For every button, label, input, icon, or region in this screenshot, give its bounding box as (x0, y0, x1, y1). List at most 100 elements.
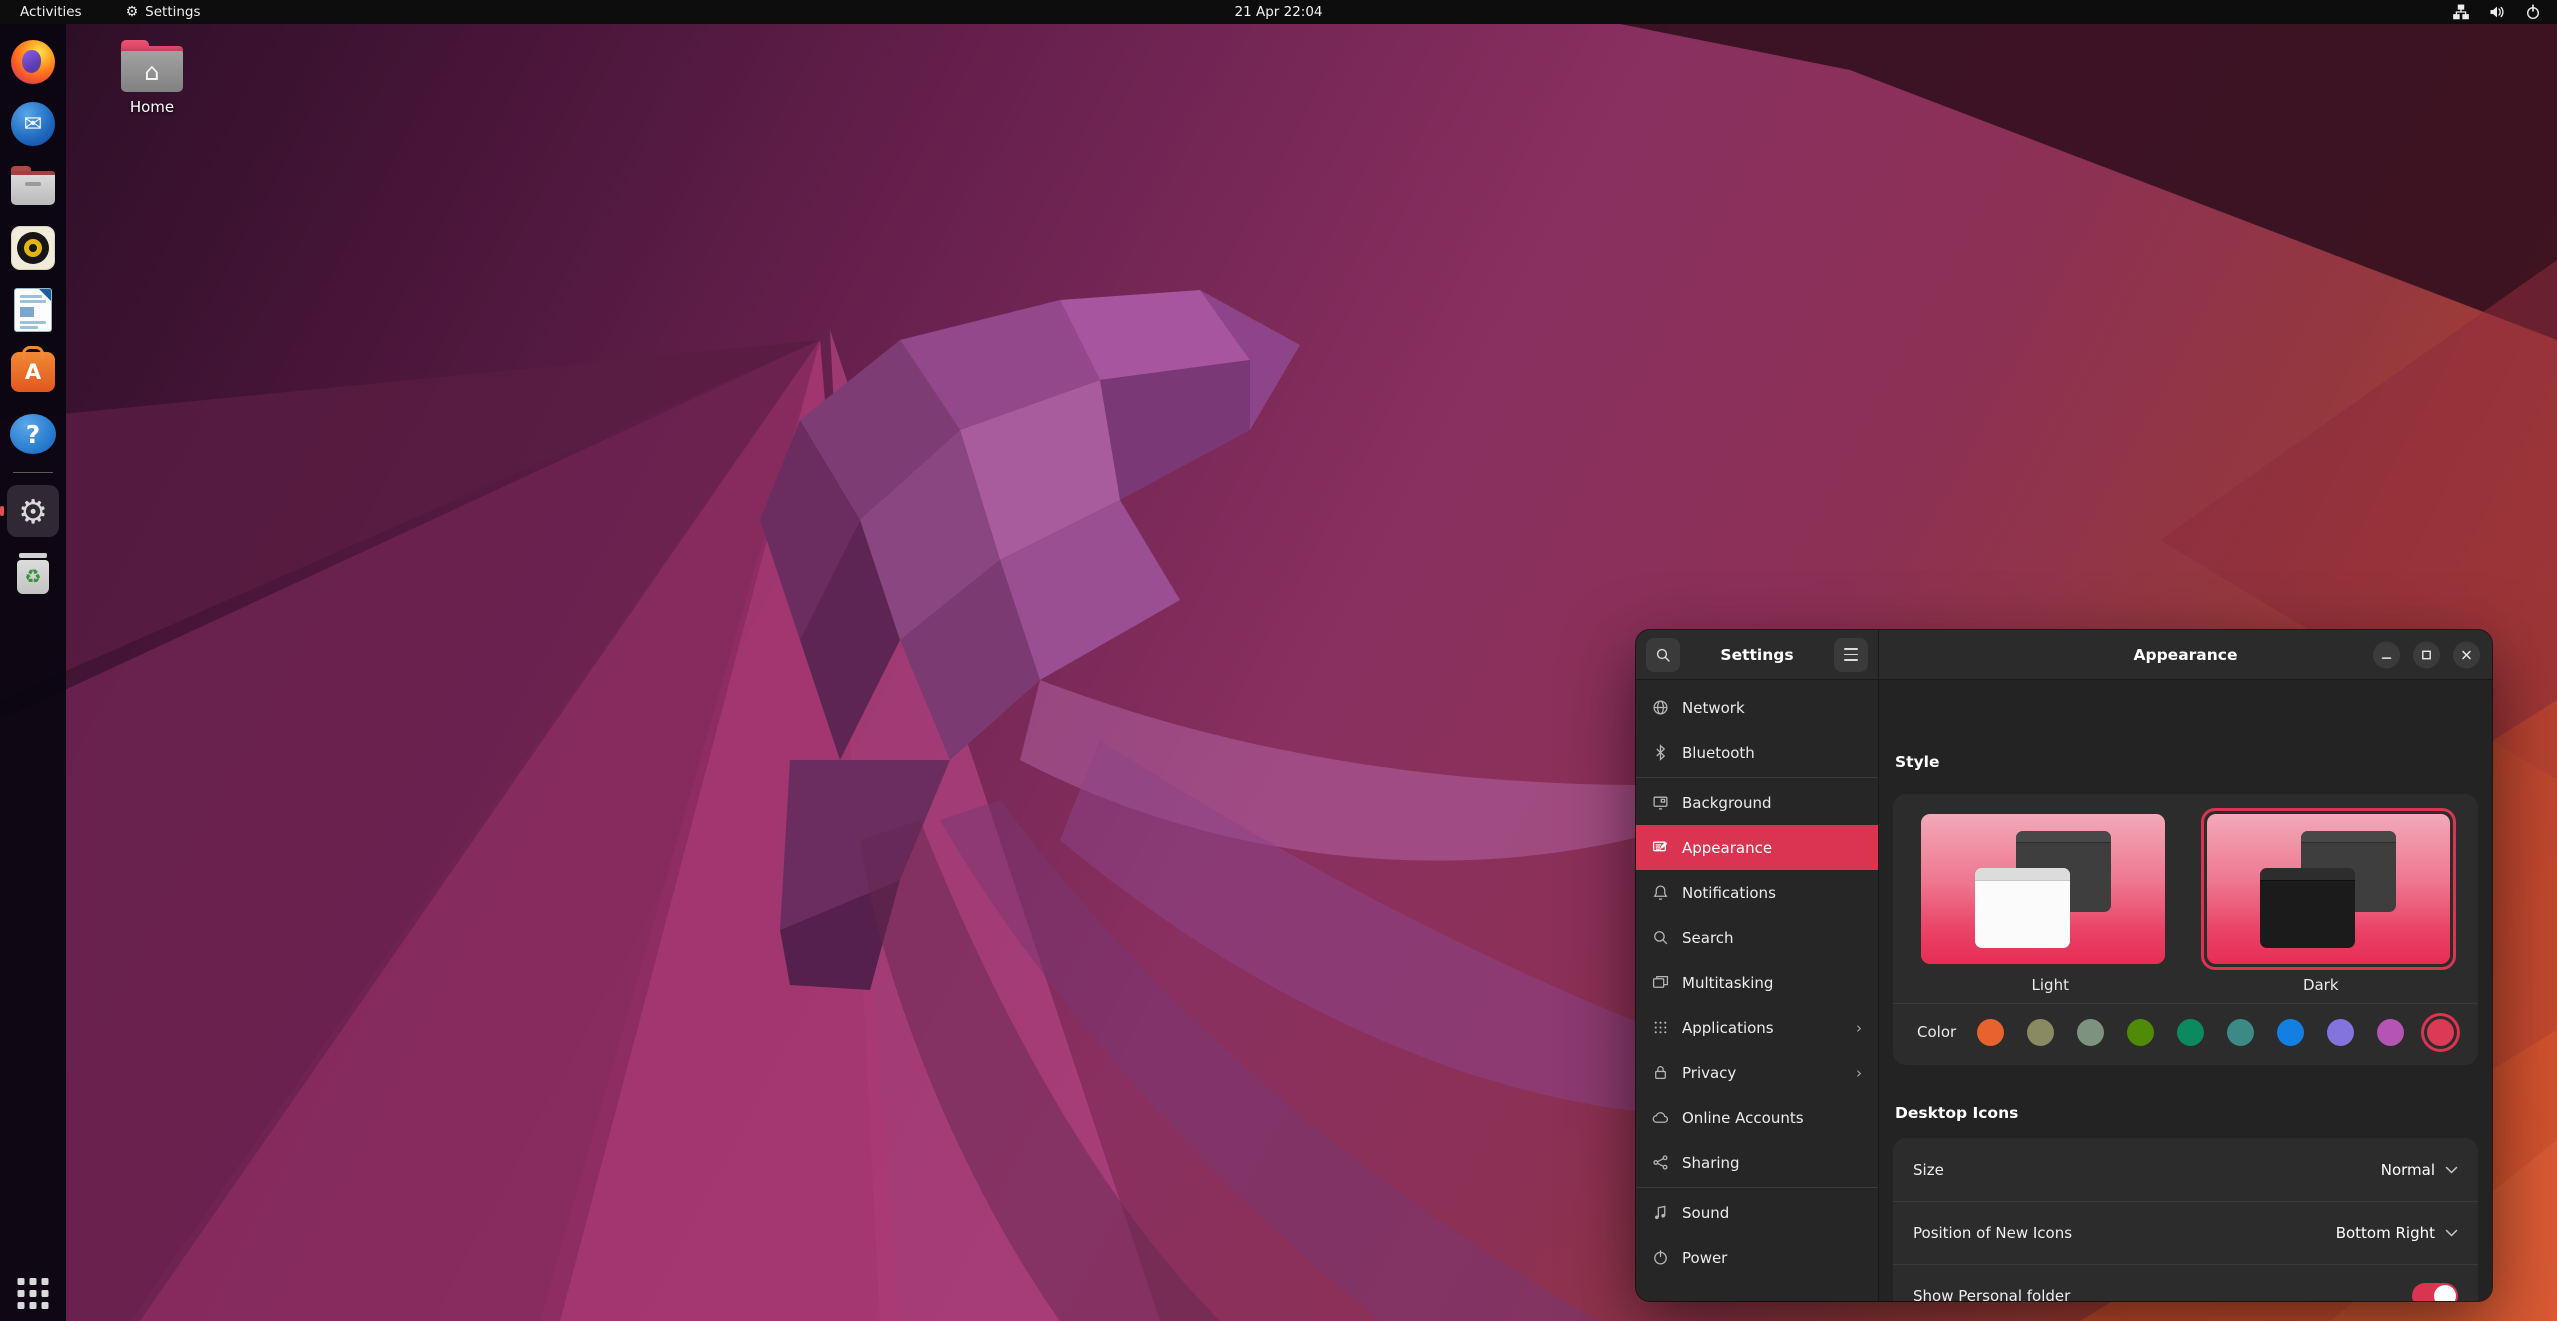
color-row-label: Color (1917, 1023, 1957, 1041)
sidebar-item-power[interactable]: Power (1636, 1235, 1878, 1280)
dock-item-help[interactable]: ? (7, 408, 59, 460)
home-folder-icon: ⌂ (119, 40, 185, 92)
dock-item-settings[interactable]: ⚙ (0, 485, 59, 537)
minimize-button[interactable] (2373, 641, 2400, 668)
sidebar-item-search[interactable]: Search (1636, 915, 1878, 960)
cloud-icon (1652, 1112, 1669, 1123)
bell-icon (1653, 885, 1668, 900)
home-label: Home (129, 98, 175, 116)
sidebar-separator (1636, 777, 1878, 778)
sidebar-item-appearance[interactable]: Appearance (1636, 825, 1878, 870)
position-row[interactable]: Position of New Icons Bottom Right (1893, 1201, 2478, 1264)
dock-item-thunderbird[interactable]: ✉ (7, 98, 59, 150)
lock-icon (1655, 1066, 1666, 1079)
rhythmbox-icon (11, 226, 55, 270)
sidebar-item-sharing[interactable]: Sharing (1636, 1140, 1878, 1185)
close-button[interactable] (2453, 641, 2480, 668)
thunderbird-icon: ✉ (11, 102, 55, 146)
magnifier-icon (1654, 931, 1668, 945)
display-icon (1653, 796, 1668, 810)
dock-separator (13, 472, 53, 473)
settings-sidebar: Network Bluetooth Background Appearance (1636, 680, 1879, 1301)
appearance-panel: Style Light Dark Color Desktop Icons Siz… (1879, 680, 2492, 1301)
position-label: Position of New Icons (1913, 1224, 2073, 1242)
show-apps-button[interactable] (17, 1278, 49, 1309)
sidebar-item-online-accounts[interactable]: Online Accounts (1636, 1095, 1878, 1140)
search-button[interactable] (1646, 637, 1680, 672)
sidebar-item-privacy[interactable]: Privacy › (1636, 1050, 1878, 1095)
style-option-light[interactable] (1915, 808, 2171, 970)
dock-item-firefox[interactable] (7, 36, 59, 88)
trash-icon: ♻ (13, 552, 53, 594)
focused-app-label: Settings (145, 4, 201, 20)
sidebar-item-label: Privacy (1682, 1063, 1737, 1082)
dock-item-ubuntu-software[interactable]: A (7, 346, 59, 398)
chevron-down-icon (2445, 1229, 2458, 1237)
color-swatch-bark[interactable] (2027, 1018, 2054, 1046)
dock-item-rhythmbox[interactable] (7, 222, 59, 274)
size-dropdown[interactable]: Normal (2381, 1161, 2458, 1179)
power-icon (2526, 4, 2540, 20)
color-swatch-sage[interactable] (2077, 1018, 2104, 1046)
style-option-dark[interactable] (2200, 808, 2456, 970)
hamburger-icon (1843, 648, 1858, 661)
sidebar-item-network[interactable]: Network (1636, 685, 1878, 730)
color-swatch-olive[interactable] (2127, 1018, 2154, 1046)
size-row[interactable]: Size Normal (1893, 1138, 2478, 1201)
sidebar-item-multitasking[interactable]: Multitasking (1636, 960, 1878, 1005)
share-icon (1653, 1155, 1668, 1170)
color-swatch-blue[interactable] (2277, 1018, 2304, 1046)
color-swatch-magenta[interactable] (2377, 1018, 2404, 1046)
sidebar-item-label: Search (1682, 928, 1734, 947)
color-swatch-red-selected[interactable] (2427, 1018, 2454, 1046)
position-dropdown[interactable]: Bottom Right (2336, 1224, 2458, 1242)
maximize-button[interactable] (2413, 641, 2440, 668)
appearance-icon (1652, 841, 1668, 852)
color-swatch-purple[interactable] (2327, 1018, 2354, 1046)
settings-window: Settings Appearance Network Bluetooth Ba… (1636, 630, 2492, 1301)
activities-button[interactable]: Activities (20, 4, 82, 20)
maximize-icon (2422, 650, 2431, 659)
system-tray[interactable] (2453, 4, 2557, 20)
sidebar-item-label: Notifications (1682, 883, 1776, 902)
show-personal-folder-row[interactable]: Show Personal folder (1893, 1264, 2478, 1301)
dock-item-trash[interactable]: ♻ (7, 547, 59, 599)
clock[interactable]: 21 Apr 22:04 (1234, 4, 1322, 20)
dock: ✉ A ? ⚙ ♻ (0, 24, 66, 1321)
dock-item-files[interactable] (7, 160, 59, 212)
dock-item-libreoffice-writer[interactable] (7, 284, 59, 336)
minimize-icon (2381, 656, 2392, 659)
color-swatch-prussian-green[interactable] (2227, 1018, 2254, 1046)
window-titlebar[interactable]: Appearance (1879, 630, 2492, 680)
color-swatch-orange[interactable] (1977, 1018, 2004, 1046)
app-grid-icon (1654, 1021, 1667, 1034)
sidebar-item-applications[interactable]: Applications › (1636, 1005, 1878, 1050)
files-icon (10, 166, 56, 206)
app-gear-icon: ⚙ (125, 4, 139, 20)
main-menu-button[interactable] (1833, 637, 1868, 672)
firefox-icon (11, 40, 55, 84)
toggle-knob (2434, 1285, 2456, 1301)
chevron-right-icon: › (1856, 1018, 1862, 1037)
sidebar-item-notifications[interactable]: Notifications (1636, 870, 1878, 915)
sidebar-separator (1636, 1187, 1878, 1188)
libreoffice-writer-icon (14, 288, 52, 332)
close-icon (2462, 650, 2471, 659)
color-swatch-viridian[interactable] (2177, 1018, 2204, 1046)
dark-style-preview (2206, 814, 2450, 964)
show-personal-folder-label: Show Personal folder (1913, 1287, 2071, 1301)
size-label: Size (1913, 1160, 1944, 1179)
network-icon (2453, 4, 2469, 20)
show-personal-folder-toggle[interactable] (2412, 1283, 2458, 1301)
focused-app-menu[interactable]: ⚙ Settings (126, 4, 201, 20)
running-indicator (0, 506, 4, 516)
sidebar-item-background[interactable]: Background (1636, 780, 1878, 825)
sidebar-item-bluetooth[interactable]: Bluetooth (1636, 730, 1878, 775)
help-icon: ? (10, 414, 56, 454)
window-title: Appearance (2133, 645, 2238, 664)
desktop-home-launcher[interactable]: ⌂ Home (104, 40, 200, 116)
sidebar-item-sound[interactable]: Sound (1636, 1190, 1878, 1235)
sidebar-item-label: Background (1682, 793, 1772, 812)
house-glyph-icon: ⌂ (144, 57, 160, 86)
music-note-icon (1654, 1205, 1666, 1220)
